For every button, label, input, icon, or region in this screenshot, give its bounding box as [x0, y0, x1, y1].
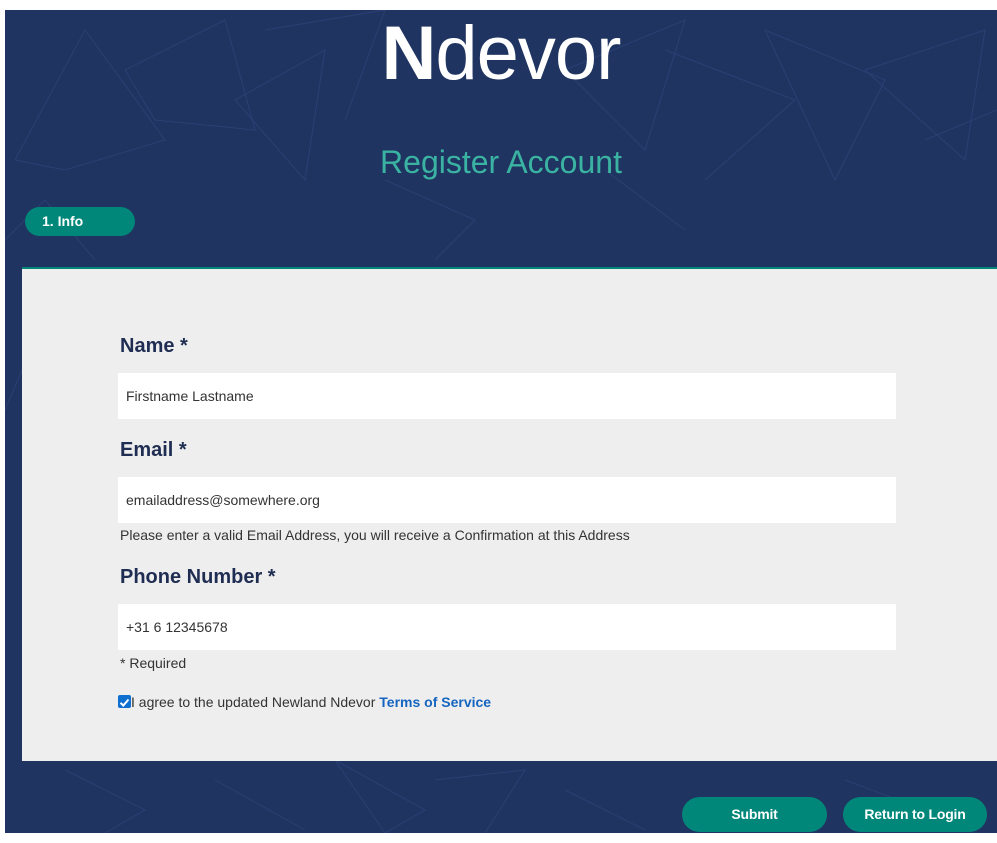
terms-agreement: I agree to the updated Newland Ndevor Te…	[118, 693, 491, 711]
phone-label: Phone Number *	[120, 566, 276, 588]
required-note: * Required	[120, 655, 187, 671]
phone-input[interactable]	[118, 604, 896, 650]
page-title: Register Account	[380, 144, 622, 180]
terms-text: I agree to the updated Newland Ndevor	[131, 694, 380, 710]
checkmark-icon	[119, 698, 130, 707]
logo-wordmark: devor	[435, 11, 621, 96]
email-hint: Please enter a valid Email Address, you …	[120, 527, 630, 543]
submit-button[interactable]: Submit	[682, 797, 827, 832]
step-info-tab[interactable]: 1. Info	[25, 207, 135, 236]
logo-initial: N	[381, 11, 436, 96]
email-label: Email *	[120, 439, 187, 461]
ndevor-logo: Ndevor	[5, 10, 997, 104]
terms-checkbox[interactable]	[118, 695, 131, 708]
terms-of-service-link[interactable]: Terms of Service	[379, 694, 491, 710]
name-label: Name *	[120, 335, 188, 357]
page-background: Ndevor Register Account 1. Info Name * E…	[5, 10, 997, 833]
email-input[interactable]	[118, 477, 896, 523]
return-to-login-button[interactable]: Return to Login	[843, 797, 987, 832]
name-input[interactable]	[118, 373, 896, 419]
registration-form: Name * Email * Please enter a valid Emai…	[22, 267, 997, 761]
